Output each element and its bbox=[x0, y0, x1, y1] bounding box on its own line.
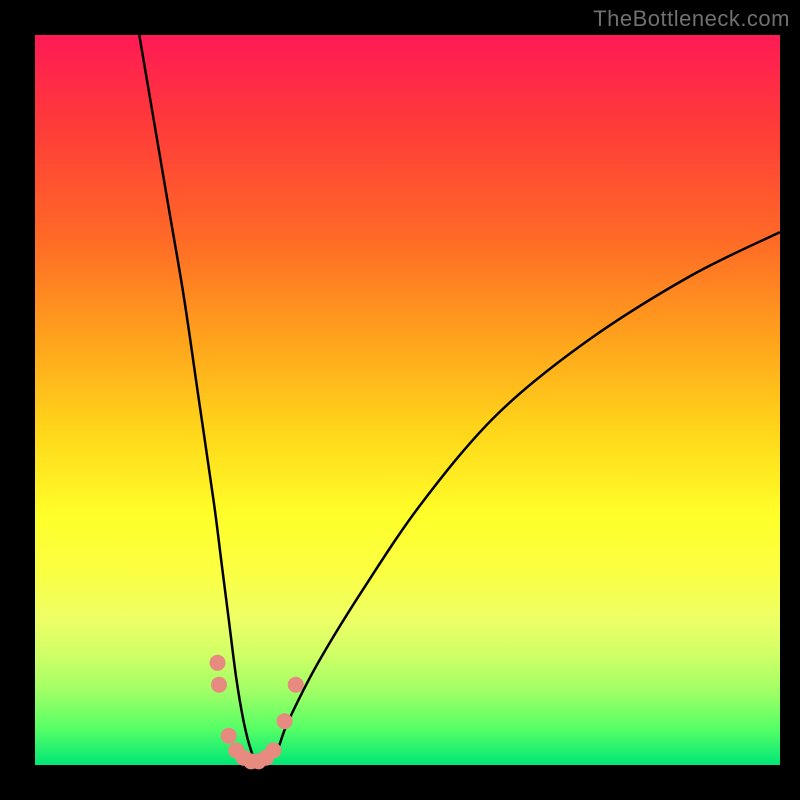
valley-markers bbox=[210, 655, 304, 770]
marker-dot bbox=[221, 728, 237, 744]
plot-area bbox=[35, 35, 780, 765]
marker-dot bbox=[265, 742, 281, 758]
curve-layer bbox=[35, 35, 780, 765]
watermark-text: TheBottleneck.com bbox=[593, 6, 790, 32]
curve-path bbox=[139, 35, 780, 767]
marker-dot bbox=[288, 677, 304, 693]
bottleneck-curve bbox=[139, 35, 780, 767]
marker-dot bbox=[210, 655, 226, 671]
marker-dot bbox=[277, 713, 293, 729]
marker-dot bbox=[211, 677, 227, 693]
chart-frame: TheBottleneck.com bbox=[0, 0, 800, 800]
